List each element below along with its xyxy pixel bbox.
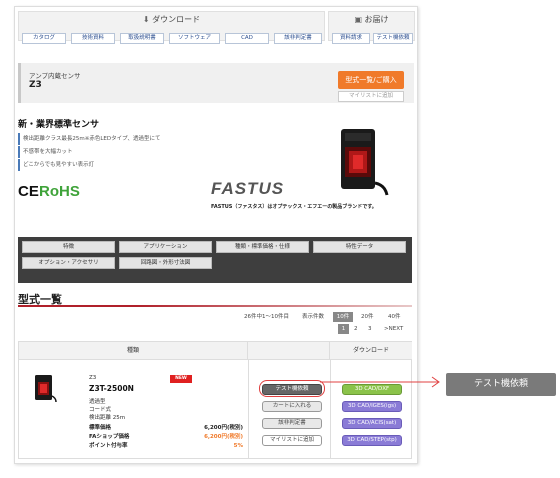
highlight-ring — [259, 380, 325, 397]
compliance-doc-button[interactable]: 該非判定書 — [262, 418, 322, 429]
point-label: ポイント付与率 — [89, 443, 128, 449]
spec-item: コード式 — [89, 407, 112, 413]
spec-item: 透過型 — [89, 399, 106, 405]
per-page-label: 表示件数 — [302, 314, 325, 320]
tab-compliance[interactable]: 該非判定書 — [274, 33, 322, 44]
shipping-header: ▣ お届け — [329, 12, 414, 28]
callout-arrow — [320, 376, 440, 388]
next-page-link[interactable]: >NEXT — [384, 325, 403, 334]
callout-label: テスト機依頼 — [446, 373, 556, 396]
fa-price-label: FAショップ価格 — [89, 434, 130, 440]
page-1[interactable]: 1 — [338, 324, 349, 334]
category-characteristics[interactable]: 特性データ — [313, 241, 406, 253]
result-count: 26件中1～10件目 — [244, 314, 289, 320]
download-icon: ⬇ — [142, 15, 150, 24]
tab-test-unit[interactable]: テスト機依頼 — [373, 33, 413, 44]
fa-price-value: 6,200円(税別) — [204, 434, 243, 440]
per-page-20[interactable]: 20件 — [361, 313, 374, 322]
per-page-10[interactable]: 10件 — [333, 312, 353, 322]
buy-button[interactable]: 型式一覧/ご購入 — [338, 71, 404, 89]
tab-manual[interactable]: 取扱説明書 — [120, 33, 164, 44]
cad-step-button[interactable]: 3D CAD/STEP(stp) — [342, 435, 402, 446]
shipping-bar: ▣ お届け 資料請求 テスト機依頼 — [328, 11, 415, 44]
tab-catalog[interactable]: カタログ — [22, 33, 66, 44]
new-badge: NEW — [170, 375, 192, 383]
col-download-header: ダウンロード — [330, 342, 412, 360]
col-type-header: 種類 — [19, 342, 248, 360]
ce-logo: CE — [18, 183, 39, 200]
category-options[interactable]: オプション・アクセサリ — [22, 257, 115, 269]
box-icon: ▣ — [354, 15, 362, 24]
feature-item: どこからでも見やすい表示灯 — [18, 159, 208, 171]
per-page-40[interactable]: 40件 — [388, 313, 401, 322]
add-mylist-button[interactable]: マイリストに追加 — [338, 91, 404, 102]
category-applications[interactable]: アプリケーション — [119, 241, 212, 253]
shipping-title: お届け — [364, 15, 389, 24]
product-subtitle: アンプ内蔵センサ — [29, 72, 81, 80]
point-value: 5% — [233, 443, 243, 449]
row-specs: 透過型 コード式 検出距離 25m — [89, 398, 125, 422]
price-row: 標準価格 6,200円(税別) — [89, 424, 243, 433]
row-model[interactable]: Z3T-2500N — [89, 384, 134, 393]
fastus-logo: FASTUS — [211, 179, 285, 198]
row-prices: 標準価格 6,200円(税別) FAショップ価格 6,200円(税別) ポイント付与… — [89, 424, 243, 451]
tab-request-docs[interactable]: 資料請求 — [332, 33, 370, 44]
cad-acis-button[interactable]: 3D CAD/ACIS(sat) — [342, 418, 402, 429]
price-value: 6,200円(税別) — [204, 425, 243, 431]
fastus-note: FASTUS（ファスタス）はオプテックス・エフエーの製品ブランドです。 — [211, 204, 377, 210]
feature-item: 不感帯を大幅カット — [18, 146, 208, 158]
category-dimensions[interactable]: 回路図・外形寸法図 — [119, 257, 212, 269]
row-product-image — [33, 374, 57, 403]
feature-list: 検出距離クラス最長25m※赤色LEDタイプ、透過型にて 不感帯を大幅カット どこ… — [18, 133, 208, 171]
row-series: Z3 — [89, 375, 97, 381]
col-actions-header — [248, 342, 330, 360]
title-divider — [18, 305, 412, 307]
add-mylist-row-button[interactable]: マイリストに追加 — [262, 435, 322, 446]
spec-item: 検出距離 25m — [89, 415, 126, 421]
product-image — [331, 125, 389, 197]
tab-cad[interactable]: CAD — [225, 33, 269, 44]
price-label: 標準価格 — [89, 425, 112, 431]
point-row: ポイント付与率 5% — [89, 442, 243, 451]
tab-software[interactable]: ソフトウェア — [169, 33, 220, 44]
cad-iges-button[interactable]: 3D CAD/IGES(igs) — [342, 401, 402, 412]
product-model: Z3 — [29, 80, 42, 90]
category-specs[interactable]: 種類・標準価格・仕様 — [216, 241, 309, 253]
category-nav: 特徴 アプリケーション 種類・標準価格・仕様 特性データ オプション・アクセサリ… — [18, 237, 412, 283]
download-header: ⬇ ダウンロード — [19, 12, 324, 28]
download-bar: ⬇ ダウンロード カタログ 技術資料 取扱説明書 ソフトウェア CAD 該非判定… — [18, 11, 325, 44]
column-divider — [248, 360, 249, 458]
page-3[interactable]: 3 — [368, 325, 372, 334]
rohs-logo: RoHS — [39, 183, 80, 200]
category-features[interactable]: 特徴 — [22, 241, 115, 253]
page-2[interactable]: 2 — [354, 325, 358, 334]
tab-tech-docs[interactable]: 技術資料 — [71, 33, 115, 44]
model-table: 種類 ダウンロード Z3 NEW Z3T-2500N 透過型 コード式 検出距離… — [18, 341, 412, 459]
headline: 新・業界標準センサ — [18, 120, 100, 130]
fa-price-row: FAショップ価格 6,200円(税別) — [89, 433, 243, 442]
feature-item: 検出距離クラス最長25m※赤色LEDタイプ、透過型にて — [18, 133, 208, 145]
add-to-cart-button[interactable]: カートに入れる — [262, 401, 322, 412]
download-title: ダウンロード — [152, 15, 201, 24]
